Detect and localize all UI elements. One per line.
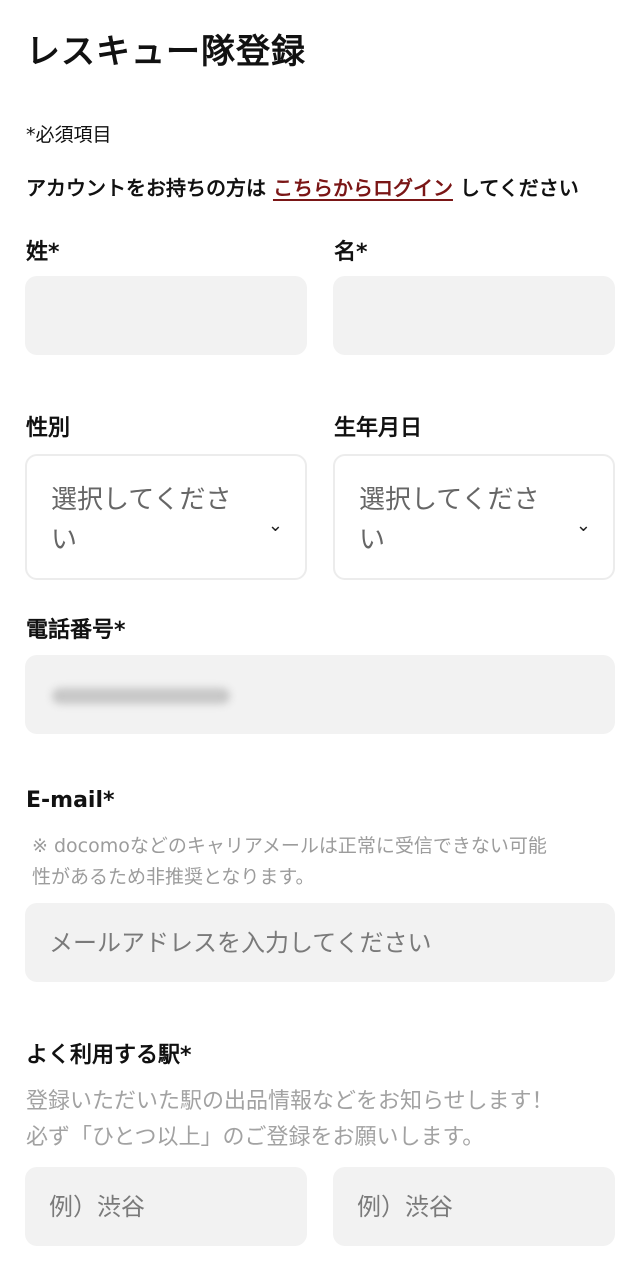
email-label: E-mail* xyxy=(26,788,115,813)
station-input-1[interactable] xyxy=(25,1167,307,1246)
phone-label: 電話番号* xyxy=(26,618,126,643)
chevron-down-icon: ⌄ xyxy=(267,515,283,536)
last-name-input[interactable] xyxy=(25,276,307,355)
gender-label: 性別 xyxy=(26,416,71,441)
registration-page: レスキュー隊登録 *必須項目 アカウントをお持ちの方は こちらからログイン して… xyxy=(0,0,640,1280)
birthdate-select[interactable]: 選択してください ⌄ xyxy=(333,454,615,580)
login-link[interactable]: こちらからログイン xyxy=(273,176,453,200)
first-name-label: 名* xyxy=(334,240,368,265)
phone-value-redacted xyxy=(52,688,230,704)
station-input-2[interactable] xyxy=(333,1167,615,1246)
station-note: 登録いただいた駅の出品情報などをお知らせします！ 必ず「ひとつ以上」のご登録をお… xyxy=(26,1089,554,1150)
login-suffix: してください xyxy=(452,176,579,200)
required-note: *必須項目 xyxy=(26,124,112,146)
page-title: レスキュー隊登録 xyxy=(26,32,306,72)
station-label: よく利用する駅* xyxy=(26,1043,192,1068)
login-prompt: アカウントをお持ちの方は こちらからログイン してください xyxy=(26,172,579,201)
first-name-input[interactable] xyxy=(333,276,615,355)
gender-selected-value: 選択してください xyxy=(51,485,232,555)
last-name-label: 姓* xyxy=(26,240,60,265)
birthdate-selected-value: 選択してください xyxy=(359,485,540,555)
email-note: ※ docomoなどのキャリアメールは正常に受信できない可能 性があるため非推奨… xyxy=(32,835,547,888)
gender-select[interactable]: 選択してください ⌄ xyxy=(25,454,307,580)
login-prefix: アカウントをお持ちの方は xyxy=(26,176,273,200)
chevron-down-icon: ⌄ xyxy=(575,515,591,536)
birthdate-label: 生年月日 xyxy=(334,416,423,441)
email-input[interactable] xyxy=(25,903,615,982)
